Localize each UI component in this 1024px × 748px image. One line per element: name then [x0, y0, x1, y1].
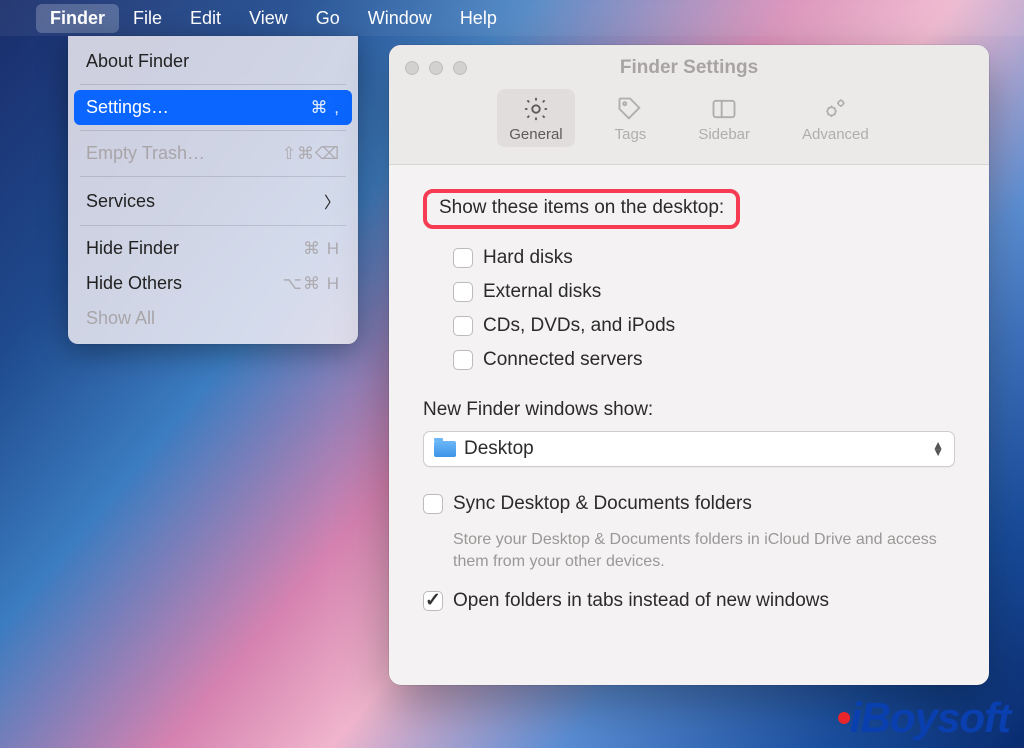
checkbox-label: Open folders in tabs instead of new wind…: [453, 590, 829, 612]
updown-arrows-icon: ▲▼: [932, 442, 944, 456]
close-button[interactable]: [405, 61, 419, 75]
menu-separator: [80, 225, 346, 226]
menubar: Finder File Edit View Go Window Help: [0, 0, 1024, 36]
menu-show-all: Show All: [68, 301, 358, 336]
finder-menu-dropdown: About Finder Settings… ⌘ , Empty Trash… …: [68, 36, 358, 344]
menu-separator: [80, 176, 346, 177]
checkbox-row-external-disks: External disks: [423, 275, 955, 309]
checkbox-label: Hard disks: [483, 247, 573, 269]
menu-about-finder[interactable]: About Finder: [68, 44, 358, 79]
menu-empty-trash: Empty Trash… ⇧⌘⌫: [68, 136, 358, 171]
menu-services[interactable]: Services 〉: [68, 182, 358, 220]
menubar-item-go[interactable]: Go: [302, 4, 354, 33]
settings-tabs: General Tags Sidebar Advanced: [389, 89, 989, 147]
gear-icon: [522, 95, 550, 123]
menubar-item-view[interactable]: View: [235, 4, 302, 33]
shortcut-label: ⌘ H: [303, 239, 340, 259]
tab-general[interactable]: General: [497, 89, 574, 147]
watermark-logo: •iBoysoft: [836, 694, 1010, 742]
menubar-item-window[interactable]: Window: [354, 4, 446, 33]
menu-hide-finder[interactable]: Hide Finder ⌘ H: [68, 231, 358, 266]
checkbox-row-sync: Sync Desktop & Documents folders: [423, 493, 955, 515]
menubar-item-finder[interactable]: Finder: [36, 4, 119, 33]
gears-icon: [821, 95, 849, 123]
traffic-lights: [405, 61, 467, 75]
select-value: Desktop: [464, 438, 534, 460]
menu-separator: [80, 130, 346, 131]
menubar-item-edit[interactable]: Edit: [176, 4, 235, 33]
new-finder-windows-label: New Finder windows show:: [423, 399, 955, 421]
shortcut-label: ⌥⌘ H: [282, 274, 340, 294]
checkbox-external-disks[interactable]: [453, 282, 473, 302]
checkbox-label: CDs, DVDs, and iPods: [483, 315, 675, 337]
checkbox-cds[interactable]: [453, 316, 473, 336]
menu-settings[interactable]: Settings… ⌘ ,: [74, 90, 352, 125]
checkbox-label: Connected servers: [483, 349, 642, 371]
tab-tags[interactable]: Tags: [603, 89, 659, 147]
checkbox-row-hard-disks: Hard disks: [423, 241, 955, 275]
chevron-right-icon: 〉: [324, 189, 340, 213]
window-title: Finder Settings: [389, 45, 989, 79]
checkbox-row-cds: CDs, DVDs, and iPods: [423, 309, 955, 343]
new-finder-windows-select[interactable]: Desktop ▲▼: [423, 431, 955, 467]
section-heading-desktop-items: Show these items on the desktop:: [439, 197, 724, 218]
folder-icon: [434, 441, 456, 457]
annotation-highlight: Show these items on the desktop:: [423, 189, 740, 229]
finder-settings-window: Finder Settings General Tags Sidebar: [389, 45, 989, 685]
menu-hide-others[interactable]: Hide Others ⌥⌘ H: [68, 266, 358, 301]
settings-content: Show these items on the desktop: Hard di…: [389, 165, 989, 632]
tab-advanced[interactable]: Advanced: [790, 89, 881, 147]
menubar-item-file[interactable]: File: [119, 4, 176, 33]
shortcut-label: ⌘ ,: [311, 98, 340, 118]
tag-icon: [616, 95, 644, 123]
zoom-button[interactable]: [453, 61, 467, 75]
checkbox-label: Sync Desktop & Documents folders: [453, 493, 752, 515]
checkbox-row-servers: Connected servers: [423, 343, 955, 377]
checkbox-label: External disks: [483, 281, 601, 303]
sync-helper-text: Store your Desktop & Documents folders i…: [453, 529, 955, 572]
menu-separator: [80, 84, 346, 85]
checkbox-connected-servers[interactable]: [453, 350, 473, 370]
checkbox-row-open-tabs: Open folders in tabs instead of new wind…: [423, 590, 955, 612]
minimize-button[interactable]: [429, 61, 443, 75]
checkbox-open-folders-in-tabs[interactable]: [423, 591, 443, 611]
sidebar-icon: [710, 95, 738, 123]
titlebar: Finder Settings General Tags Sidebar: [389, 45, 989, 165]
shortcut-label: ⇧⌘⌫: [282, 144, 340, 164]
checkbox-sync-desktop-documents[interactable]: [423, 494, 443, 514]
menubar-item-help[interactable]: Help: [446, 4, 511, 33]
tab-sidebar[interactable]: Sidebar: [686, 89, 762, 147]
checkbox-hard-disks[interactable]: [453, 248, 473, 268]
